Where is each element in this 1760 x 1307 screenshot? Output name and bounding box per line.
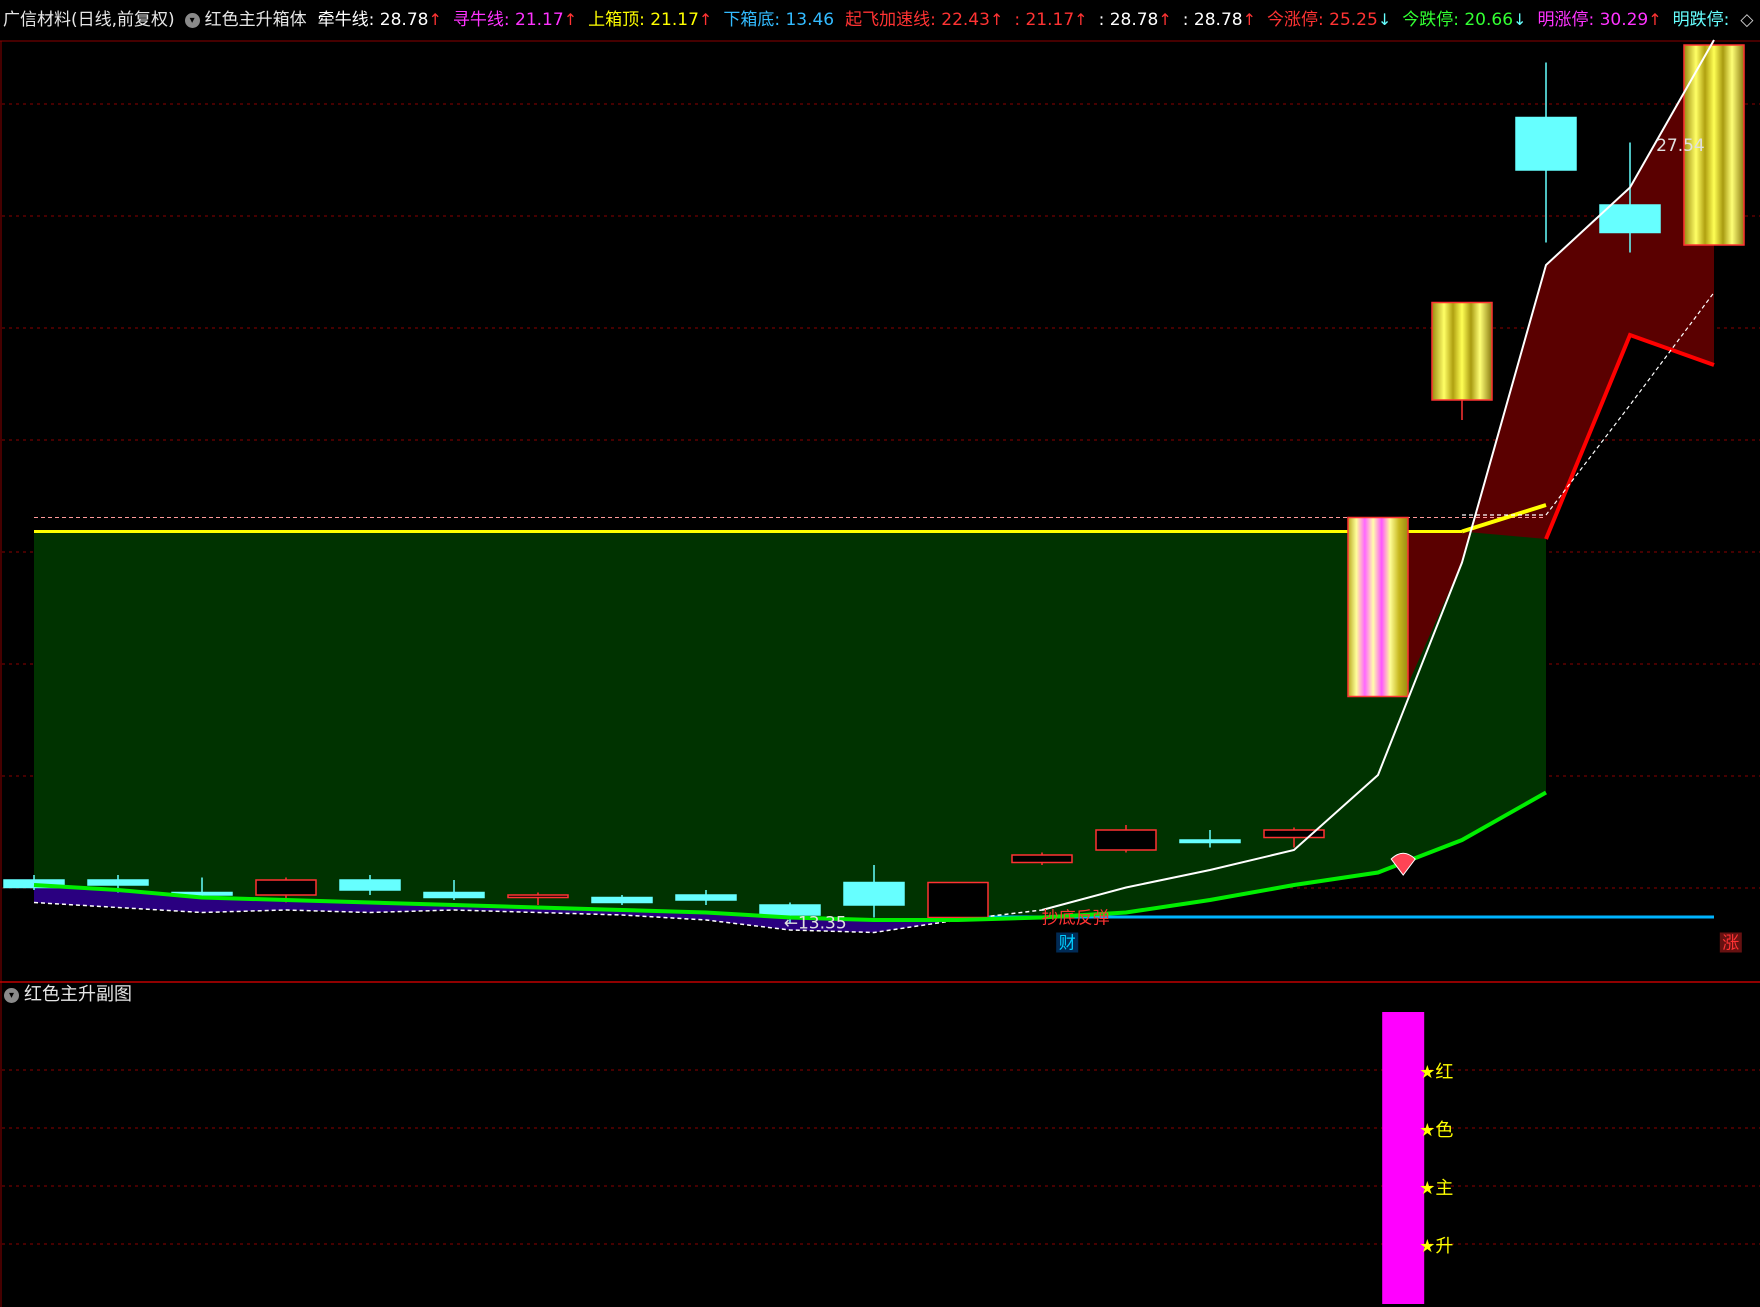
chart-label: 财: [1059, 934, 1076, 954]
sub-star-label: ★红: [1419, 1062, 1453, 1083]
candle-body: [423, 891, 485, 899]
candle-body: [591, 896, 653, 904]
candle-body: [1431, 301, 1493, 401]
candle-body: [255, 879, 317, 896]
candle-body: [87, 879, 149, 886]
candle-body: [1095, 829, 1157, 851]
chart-label: 27.54: [1656, 136, 1705, 156]
candle: [1011, 852, 1073, 865]
box-zone-fill: [34, 505, 1546, 920]
candle-body: [1515, 116, 1577, 171]
candle: [927, 881, 989, 919]
candle-body: [1179, 839, 1241, 844]
sub-star-label: ★主: [1419, 1178, 1453, 1199]
chart-label: 抄底反弹: [1042, 909, 1110, 929]
candle-body: [1599, 204, 1661, 234]
candle-body: [675, 894, 737, 901]
chevron-down-icon[interactable]: ▾: [4, 987, 19, 1003]
sub-chart-header: ▾ 红色主升副图: [4, 983, 132, 1007]
candle-body: [927, 881, 989, 919]
chart-label: 涨: [1722, 934, 1739, 954]
sub-signal-bar: [1382, 1012, 1425, 1304]
signal-marker-icon: [1390, 852, 1416, 876]
candle-body: [1347, 516, 1409, 698]
candlestick-chart: 27.54 ←13.35 抄底反弹财 涨 ★红 ★色 ★主 ★升: [0, 39, 1760, 1307]
candle-body: [843, 881, 905, 906]
sub-star-label: ★色: [1419, 1120, 1453, 1141]
candle: [1515, 62, 1577, 243]
sub-star-label: ★升: [1419, 1236, 1453, 1257]
candle: [1347, 516, 1409, 698]
candle-body: [339, 879, 401, 891]
chart-label: ←13.35: [784, 914, 847, 934]
candle-body: [1011, 854, 1073, 864]
candle-body: [507, 894, 569, 899]
candle: [1431, 301, 1493, 420]
sub-chart-title: 红色主升副图: [24, 984, 132, 1005]
